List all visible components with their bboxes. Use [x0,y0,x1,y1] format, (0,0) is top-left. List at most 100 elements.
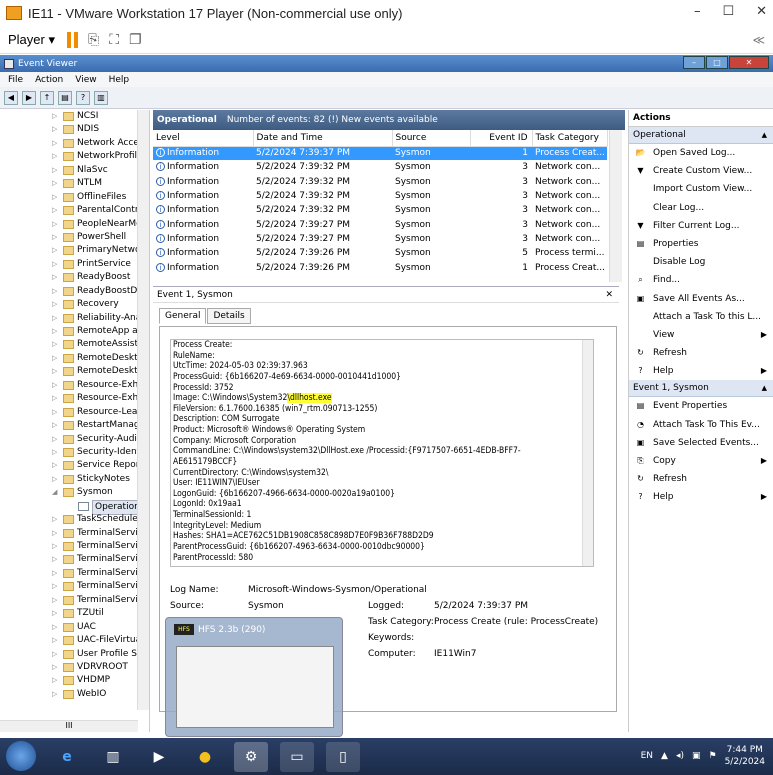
tree-item[interactable]: ▷ Resource-Exha [0,379,149,392]
expand-arrow-icon[interactable]: ▷ [52,325,57,338]
column-level[interactable]: Level [153,130,254,147]
tree-item[interactable]: Operational [0,499,149,516]
action-item[interactable]: ⎘ Copy ▶ [629,452,773,470]
menu-view[interactable]: View [75,75,96,85]
expand-arrow-icon[interactable]: ▷ [52,204,57,217]
action-item[interactable]: ↻ Refresh [629,470,773,488]
tree-item[interactable]: ▷ UAC [0,621,149,634]
action-item[interactable]: ▣ Save Selected Events... [629,434,773,452]
detail-close-icon[interactable]: ✕ [605,287,613,304]
expand-arrow-icon[interactable]: ▷ [52,164,57,177]
tree-item[interactable]: ▷ WebIO [0,688,149,701]
tree-item[interactable]: ▷ RestartManage [0,419,149,432]
expand-arrow-icon[interactable]: ▷ [52,513,57,526]
tree-item[interactable]: ▷ UAC-FileVirtua [0,634,149,647]
expand-arrow-icon[interactable]: ▷ [52,688,57,701]
event-row[interactable]: i Information 5/2/2024 7:39:32 PM Sysmon 3 Ne… [153,160,607,174]
send-ctrl-alt-del-icon[interactable]: ⎘ [88,32,99,48]
tree-item[interactable]: ▷ TerminalServic [0,540,149,553]
media-player-icon[interactable]: ▶ [142,742,176,772]
show-hide-action-pane-icon[interactable]: ▥ [94,90,108,105]
tree-item[interactable]: ▷ PowerShell [0,231,149,244]
event-row[interactable]: i Information 5/2/2024 7:39:37 PM Sysmon 1 Pr… [153,146,607,161]
action-item[interactable]: ▼ Filter Current Log... [629,217,773,235]
expand-arrow-icon[interactable]: ▷ [52,191,57,204]
tree-item[interactable]: ▷ TZUtil [0,607,149,620]
action-item[interactable]: ⌕ Find... [629,271,773,289]
tree-item[interactable]: ▷ NlaSvc [0,164,149,177]
expand-arrow-icon[interactable]: ▷ [52,648,57,661]
expand-arrow-icon[interactable]: ▷ [52,244,57,257]
expand-arrow-icon[interactable]: ▷ [52,123,57,136]
command-prompt-icon[interactable]: ▭ [280,742,314,772]
expand-arrow-icon[interactable]: ▷ [52,338,57,351]
back-icon[interactable]: ◀ [4,90,18,105]
event-viewer-taskbar-icon[interactable]: ▯ [326,742,360,772]
tree-item[interactable]: ▷ RemoteDeskto [0,352,149,365]
menu-action[interactable]: Action [35,75,63,85]
expand-arrow-icon[interactable]: ▷ [52,379,57,392]
event-row[interactable]: i Information 5/2/2024 7:39:32 PM Sysmon 3 Ne… [153,203,607,217]
hfs-window-preview[interactable] [176,646,334,728]
expand-arrow-icon[interactable]: ▷ [52,433,57,446]
tree-item[interactable]: ▷ PeopleNearMe [0,218,149,231]
tree-item[interactable]: ▷ Resource-Exha [0,392,149,405]
action-item[interactable]: ▤ Event Properties [629,397,773,415]
expand-arrow-icon[interactable]: ▷ [52,446,57,459]
expand-arrow-icon[interactable]: ▷ [52,177,57,190]
action-item[interactable]: Attach a Task To this L... [629,308,773,326]
action-item[interactable]: Clear Log... [629,199,773,217]
tree-item[interactable]: ▷ TerminalServic [0,594,149,607]
fit-guest-icon[interactable]: ⛶ [109,32,119,48]
tree-item[interactable]: ▷ TerminalServic [0,527,149,540]
player-menu-button[interactable]: Player ▾ [8,32,55,48]
action-item[interactable]: ▣ Save All Events As... [629,290,773,308]
expand-arrow-icon[interactable]: ▷ [52,406,57,419]
tree-item[interactable]: ▷ Resource-Leak [0,406,149,419]
expand-arrow-icon[interactable]: ▷ [52,419,57,432]
tree-item[interactable]: ▷ VDRVROOT [0,661,149,674]
tree-item[interactable]: ▷ RemoteApp ar [0,325,149,338]
events-scrollbar[interactable] [609,130,622,282]
show-hidden-icons-icon[interactable]: ▲ [661,751,668,761]
action-item[interactable]: View ▶ [629,326,773,344]
forward-icon[interactable]: ▶ [22,90,36,105]
network-icon[interactable]: ▣ [692,751,701,761]
vm-close-button[interactable]: ✕ [756,4,767,19]
event-description-text[interactable]: Process Create: RuleName: UtcTime: 2024-05… [170,339,594,567]
expand-arrow-icon[interactable]: ▷ [52,661,57,674]
expand-arrow-icon[interactable]: ▷ [52,231,57,244]
action-item[interactable]: ? Help ▶ [629,488,773,506]
tree-item[interactable]: ▷ Network Acces [0,137,149,150]
expand-arrow-icon[interactable]: ▷ [52,365,57,378]
file-explorer-icon[interactable]: ▥ [96,742,130,772]
tree-item[interactable]: ▷ NTLM [0,177,149,190]
event-row[interactable]: i Information 5/2/2024 7:39:32 PM Sysmon 3 Ne… [153,189,607,203]
action-item[interactable]: 📂 Open Saved Log... [629,144,773,162]
tree-item[interactable]: ▷ Reliability-Ana [0,312,149,325]
expand-arrow-icon[interactable]: ▷ [52,258,57,271]
menu-file[interactable]: File [8,75,23,85]
expand-arrow-icon[interactable]: ▷ [52,271,57,284]
ev-minimize-button[interactable]: – [683,56,705,69]
tree-item[interactable]: ▷ User Profile Se [0,648,149,661]
tree-item[interactable]: ▷ Recovery [0,298,149,311]
tree-item[interactable]: ▷ VHDMP [0,674,149,687]
expand-arrow-icon[interactable]: ▷ [52,459,57,472]
actions-section-header[interactable]: Operational [629,127,773,144]
volume-icon[interactable]: ◂) [676,751,684,761]
expand-arrow-icon[interactable]: ▷ [52,352,57,365]
action-item[interactable]: Disable Log [629,253,773,271]
expand-arrow-icon[interactable]: ▷ [52,312,57,325]
tree-item[interactable]: ▷ ReadyBoost [0,271,149,284]
expand-arrow-icon[interactable]: ▷ [52,607,57,620]
tree-item[interactable]: ▷ StickyNotes [0,473,149,486]
tree-item[interactable]: ▷ TerminalServic [0,553,149,566]
expand-arrow-icon[interactable]: ▷ [52,594,57,607]
action-item[interactable]: Import Custom View... [629,180,773,198]
help-toolbar-icon[interactable]: ? [76,90,90,105]
hfs-thumbnail-popup[interactable]: HFS HFS 2.3b (290) [165,617,343,737]
action-item[interactable]: ? Help ▶ [629,362,773,380]
expand-arrow-icon[interactable]: ▷ [52,527,57,540]
event-row[interactable]: i Information 5/2/2024 7:39:27 PM Sysmon 3 Ne… [153,217,607,231]
